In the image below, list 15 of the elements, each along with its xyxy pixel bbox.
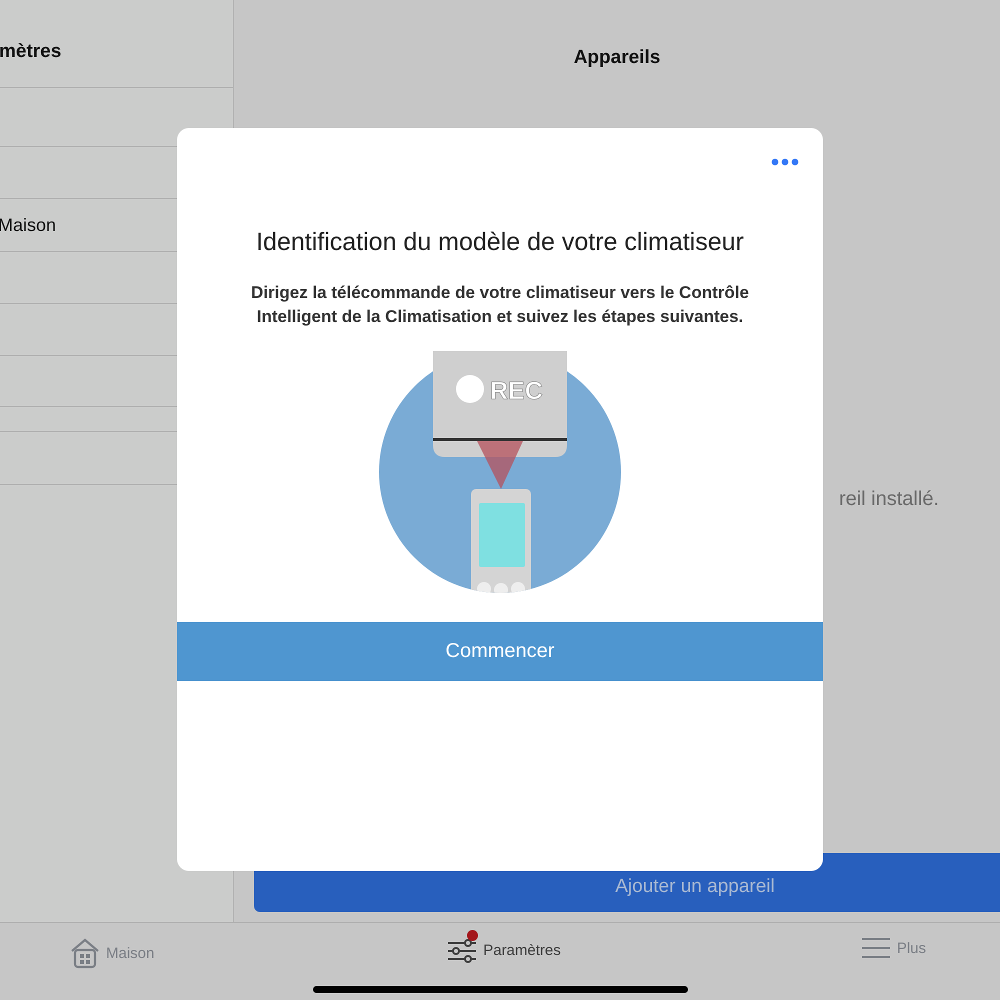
tab[interactable]: Maison: [70, 927, 158, 969]
tab[interactable]: Plus: [860, 927, 930, 959]
infrared-beam: [477, 441, 523, 489]
more-icon[interactable]: [771, 158, 799, 166]
dialog-message: Dirigez la télécommande de votre climatiseur vers le Contrôle Intelligent de la Climatisation et suivez les étapes suivantes.: [250, 282, 750, 328]
tab[interactable]: Paramètres: [447, 927, 565, 963]
start-button[interactable]: Commencer: [177, 622, 823, 681]
home-icon: [70, 937, 100, 969]
menu-icon: [860, 937, 891, 959]
sliders-icon: [447, 937, 478, 963]
panel-title: mètres: [0, 40, 62, 62]
panel-title: Appareils: [574, 47, 660, 69]
dialog-title: Identification du modèle de votre climatiseur: [256, 228, 744, 257]
rec-label: REC: [490, 377, 543, 405]
empty-message: reil installé.: [838, 488, 939, 511]
